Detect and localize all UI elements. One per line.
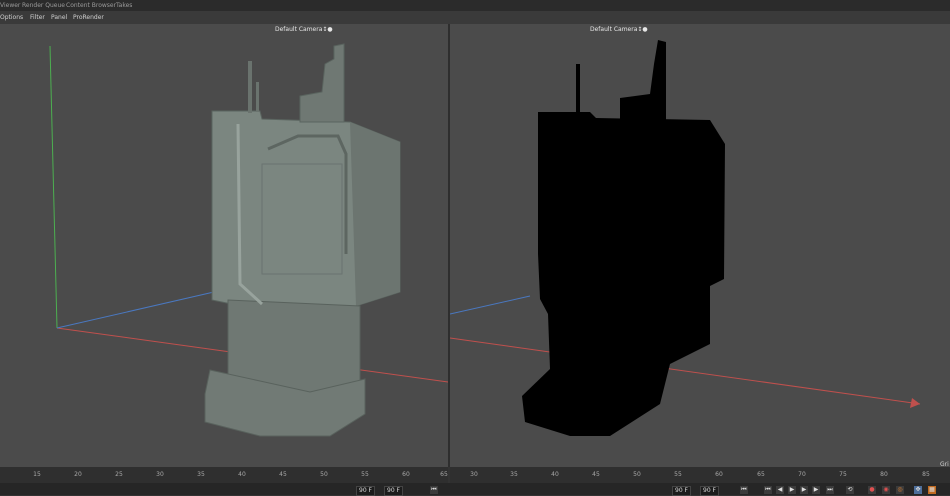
tick-label: 20 xyxy=(74,471,82,478)
building-silhouette xyxy=(522,40,725,436)
camera-toggle-icon[interactable]: ↕● xyxy=(637,26,647,33)
left-viewport-scene xyxy=(49,43,448,437)
tick-label: 30 xyxy=(470,471,478,478)
left-camera-label[interactable]: Default Camera↕● xyxy=(275,26,333,33)
keyframe-icon[interactable]: ◉ xyxy=(882,486,890,494)
right-camera-label[interactable]: Default Camera↕● xyxy=(590,26,648,33)
step-forward-icon[interactable]: ▶ xyxy=(800,486,808,494)
tick-label: 45 xyxy=(279,471,287,478)
menu-prorender[interactable]: ProRender xyxy=(73,11,104,24)
tick-label: 65 xyxy=(757,471,765,478)
y-axis xyxy=(49,45,58,329)
step-back-icon[interactable]: ◀ xyxy=(776,486,784,494)
tick-label: 15 xyxy=(33,471,41,478)
menu-render-queue[interactable]: Render Queue xyxy=(22,0,65,11)
tick-label: 55 xyxy=(674,471,682,478)
tick-label: 40 xyxy=(551,471,559,478)
menu-takes[interactable]: Takes xyxy=(116,0,132,11)
skip-start-icon[interactable]: ⏮ xyxy=(740,486,748,494)
tick-label: 35 xyxy=(510,471,518,478)
loop-icon[interactable]: ⟲ xyxy=(846,486,854,494)
grid-label: Gri xyxy=(940,461,949,468)
menu-viewer[interactable]: Viewer xyxy=(0,0,20,11)
camera-toggle-icon[interactable]: ↕● xyxy=(322,26,332,33)
tick-label: 60 xyxy=(402,471,410,478)
right-timeline-ruler[interactable]: 30 35 40 45 50 55 60 65 70 75 80 85 xyxy=(450,467,950,483)
tick-label: 50 xyxy=(320,471,328,478)
menu-filter[interactable]: Filter xyxy=(30,11,45,24)
move-tool-icon[interactable]: ✥ xyxy=(914,486,922,494)
right-viewport-scene xyxy=(450,40,921,436)
grid-tool-icon[interactable]: ▦ xyxy=(928,486,936,494)
tick-label: 70 xyxy=(798,471,806,478)
building-model xyxy=(204,43,401,437)
tick-label: 25 xyxy=(115,471,123,478)
menu-options[interactable]: Options xyxy=(0,11,23,24)
x-axis-arrow xyxy=(910,398,920,408)
tick-label: 75 xyxy=(839,471,847,478)
tick-label: 30 xyxy=(156,471,164,478)
tick-label: 45 xyxy=(592,471,600,478)
step-forward-icon[interactable]: ▶ xyxy=(812,486,820,494)
play-icon[interactable]: ▶ xyxy=(788,486,796,494)
left-viewport[interactable]: Default Camera↕● xyxy=(0,24,448,467)
viewport-menu-bar: Options Filter Panel ProRender xyxy=(0,11,950,25)
skip-end-icon[interactable]: ⏭ xyxy=(826,486,834,494)
skip-start-icon[interactable]: ⏮ xyxy=(764,486,772,494)
skip-start-icon[interactable]: ⏮ xyxy=(430,486,438,494)
tick-label: 85 xyxy=(922,471,930,478)
tick-label: 40 xyxy=(238,471,246,478)
tick-label: 80 xyxy=(880,471,888,478)
tick-label: 50 xyxy=(633,471,641,478)
left-timeline-ruler[interactable]: 15 20 25 30 35 40 45 50 55 60 65 xyxy=(0,467,448,483)
autokey-icon[interactable]: ◎ xyxy=(896,486,904,494)
menu-content-browser[interactable]: Content Browser xyxy=(66,0,116,11)
right-viewport[interactable]: Default Camera↕● xyxy=(450,24,950,467)
playback-bar: 90 F 90 F ⏮ 90 F 90 F ⏮ ⏮ ◀ ▶ ▶ ▶ ⏭ ⟲ ● … xyxy=(0,483,950,496)
z-axis xyxy=(450,295,531,315)
tick-label: 35 xyxy=(197,471,205,478)
tick-label: 60 xyxy=(715,471,723,478)
menu-panel[interactable]: Panel xyxy=(51,11,67,24)
top-menu: Viewer Render Queue Content Browser Take… xyxy=(0,0,950,11)
record-icon[interactable]: ● xyxy=(868,486,876,494)
tick-label: 65 xyxy=(440,471,448,478)
tick-label: 55 xyxy=(361,471,369,478)
